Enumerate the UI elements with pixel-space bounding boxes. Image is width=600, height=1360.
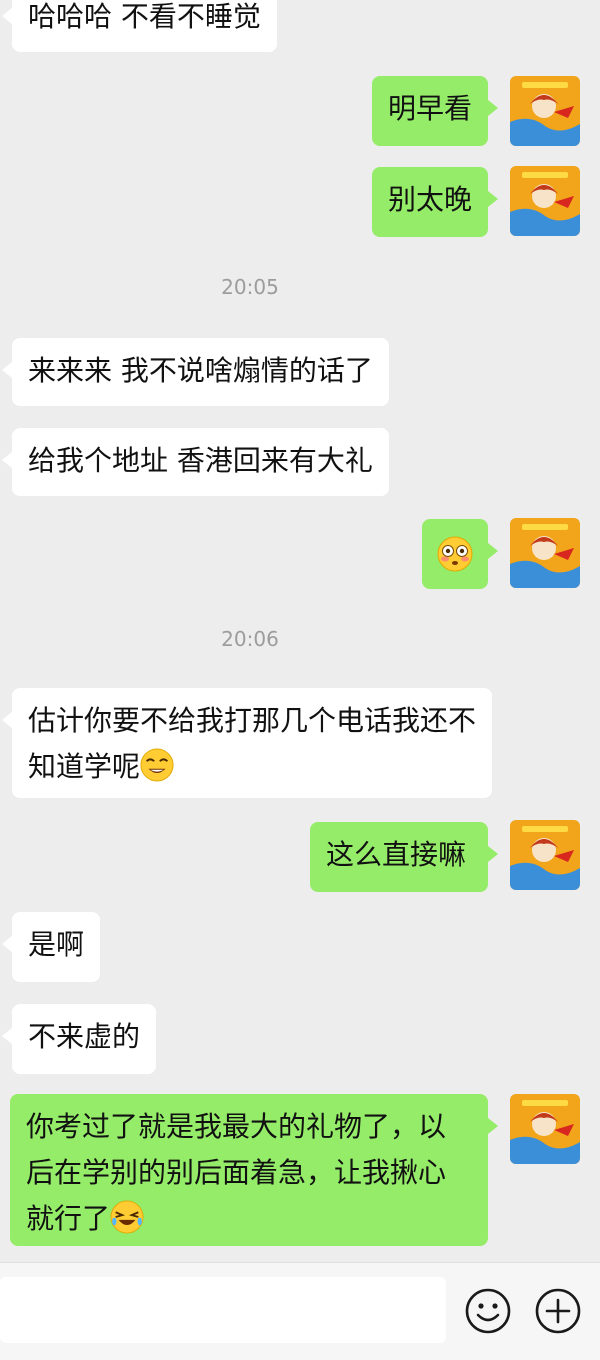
avatar[interactable]: [510, 76, 580, 146]
avatar[interactable]: [510, 166, 580, 236]
message-bubble-outgoing[interactable]: 你考过了就是我最大的礼物了，以后在学别的别后面着急，让我揪心就行了: [10, 1094, 498, 1246]
message-bubble-incoming[interactable]: 给我个地址 香港回来有大礼: [2, 428, 389, 496]
avatar-image: [510, 166, 580, 236]
message-input[interactable]: [0, 1277, 446, 1343]
message-bubble-outgoing[interactable]: 别太晚: [372, 167, 498, 237]
grinning-face-emoji-icon: [140, 748, 174, 782]
avatar[interactable]: [510, 820, 580, 890]
message-bubble-incoming[interactable]: 来来来 我不说啥煽情的话了: [2, 338, 389, 406]
message-bubble-outgoing[interactable]: 这么直接嘛: [310, 822, 498, 892]
message-text: 是啊: [28, 928, 85, 961]
timestamp: 20:06: [221, 627, 279, 651]
message-bubble-incoming[interactable]: 不来虚的: [1, 1004, 157, 1074]
smiley-face-icon: [465, 1288, 511, 1334]
message-text: 来来来 我不说啥煽情的话了: [28, 354, 373, 387]
message-text: 不来虚的: [28, 1020, 141, 1053]
emoji-button[interactable]: [464, 1287, 512, 1335]
timestamp: 20:05: [221, 275, 279, 299]
message-bubble-outgoing[interactable]: 明早看: [372, 76, 498, 146]
more-button[interactable]: [534, 1287, 582, 1335]
avatar-image: [510, 76, 580, 146]
message-text: 这么直接嘛: [326, 838, 467, 871]
message-text: 你考过了就是我最大的礼物了，以后在学别的别后面着急，让我揪心就行了: [26, 1110, 447, 1235]
message-text: 别太晚: [388, 183, 473, 216]
input-bar: [0, 1262, 600, 1360]
avatar[interactable]: [510, 518, 580, 588]
message-text: 估计你要不给我打那几个电话我还不知道学呢: [28, 704, 477, 783]
message-bubble-incoming[interactable]: 是啊: [1, 912, 101, 982]
message-bubble-incoming[interactable]: 估计你要不给我打那几个电话我还不知道学呢: [2, 688, 492, 798]
flushed-face-emoji-icon: [437, 536, 473, 572]
message-bubble-outgoing[interactable]: [422, 519, 498, 589]
avatar-image: [510, 820, 580, 890]
avatar[interactable]: [510, 1094, 580, 1164]
message-bubble-incoming[interactable]: 哈哈哈 不看不睡觉: [2, 0, 277, 52]
avatar-image: [510, 518, 580, 588]
avatar-image: [510, 1094, 580, 1164]
message-text: 明早看: [388, 92, 473, 125]
message-text: 哈哈哈 不看不睡觉: [28, 0, 261, 33]
laughing-crying-emoji-icon: [110, 1200, 144, 1234]
plus-circle-icon: [535, 1288, 581, 1334]
message-text: 给我个地址 香港回来有大礼: [28, 444, 373, 477]
